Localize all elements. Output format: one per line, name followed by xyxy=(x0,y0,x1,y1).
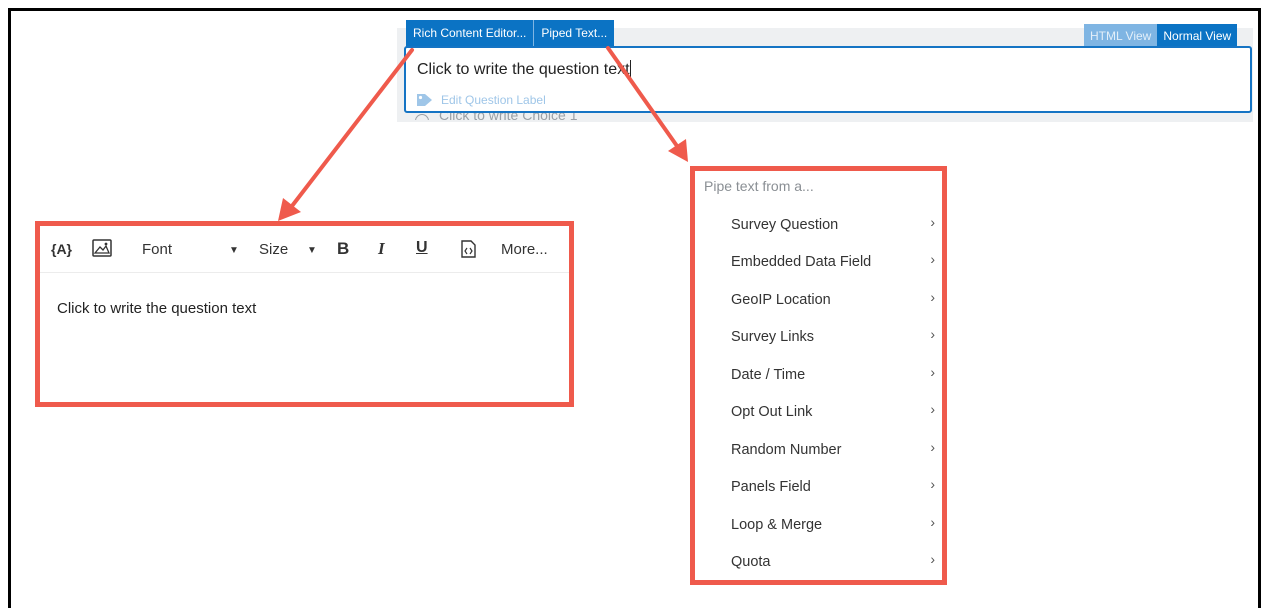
more-button[interactable]: More... xyxy=(501,241,548,258)
question-text-editor[interactable]: Click to write the question text Edit Qu… xyxy=(404,46,1252,113)
source-code-icon[interactable] xyxy=(461,240,476,258)
dropdown-caret-icon[interactable]: ▼ xyxy=(229,245,239,256)
menu-item-quota[interactable]: Quota › xyxy=(731,551,935,570)
tab-rich-content-editor[interactable]: Rich Content Editor... xyxy=(406,20,534,47)
tag-icon xyxy=(417,94,432,106)
image-icon[interactable] xyxy=(92,239,112,257)
italic-button[interactable]: I xyxy=(378,239,385,259)
chevron-right-icon: › xyxy=(930,289,935,305)
menu-item-geoip-location[interactable]: GeoIP Location › xyxy=(731,289,935,308)
chevron-right-icon: › xyxy=(930,401,935,417)
rich-editor-toolbar: {A} Font ▼ Size ▼ B I U More... xyxy=(40,226,569,273)
view-toggle: HTML View Normal View xyxy=(1084,24,1238,48)
edit-question-label[interactable]: Edit Question Label xyxy=(416,93,546,107)
chevron-right-icon: › xyxy=(930,326,935,342)
rich-content-editor-panel: {A} Font ▼ Size ▼ B I U More... Click to… xyxy=(35,221,574,407)
chevron-right-icon: › xyxy=(930,514,935,530)
piped-menu-title: Pipe text from a... xyxy=(704,178,814,194)
menu-item-panels-field[interactable]: Panels Field › xyxy=(731,476,935,495)
rich-editor-body[interactable]: Click to write the question text xyxy=(57,300,256,317)
text-caret xyxy=(629,60,631,77)
chevron-right-icon: › xyxy=(930,551,935,567)
html-view-button[interactable]: HTML View xyxy=(1084,24,1158,48)
menu-item-random-number[interactable]: Random Number › xyxy=(731,439,935,458)
question-text[interactable]: Click to write the question text xyxy=(417,60,631,79)
normal-view-button[interactable]: Normal View xyxy=(1157,24,1238,48)
menu-item-survey-links[interactable]: Survey Links › xyxy=(731,326,935,345)
tab-piped-text[interactable]: Piped Text... xyxy=(533,20,615,47)
chevron-right-icon: › xyxy=(930,476,935,492)
menu-item-embedded-data-field[interactable]: Embedded Data Field › xyxy=(731,251,935,270)
size-select[interactable]: Size xyxy=(259,241,288,258)
chevron-right-icon: › xyxy=(930,251,935,267)
underline-button[interactable]: U xyxy=(416,239,428,257)
piped-text-menu: Pipe text from a... Survey Question › Emb… xyxy=(690,166,947,585)
radio-icon xyxy=(415,114,429,120)
chevron-right-icon: › xyxy=(930,439,935,455)
menu-item-opt-out-link[interactable]: Opt Out Link › xyxy=(731,401,935,420)
chevron-right-icon: › xyxy=(930,364,935,380)
bold-button[interactable]: B xyxy=(337,239,349,259)
menu-item-date-time[interactable]: Date / Time › xyxy=(731,364,935,383)
dropdown-caret-icon[interactable]: ▼ xyxy=(307,245,317,256)
editor-tabs: Rich Content Editor... Piped Text... xyxy=(406,20,615,47)
font-select[interactable]: Font xyxy=(142,241,172,258)
menu-item-survey-question[interactable]: Survey Question › xyxy=(731,214,935,233)
menu-item-loop-merge[interactable]: Loop & Merge › xyxy=(731,514,935,533)
piped-text-button[interactable]: {A} xyxy=(51,241,72,257)
chevron-right-icon: › xyxy=(930,214,935,230)
